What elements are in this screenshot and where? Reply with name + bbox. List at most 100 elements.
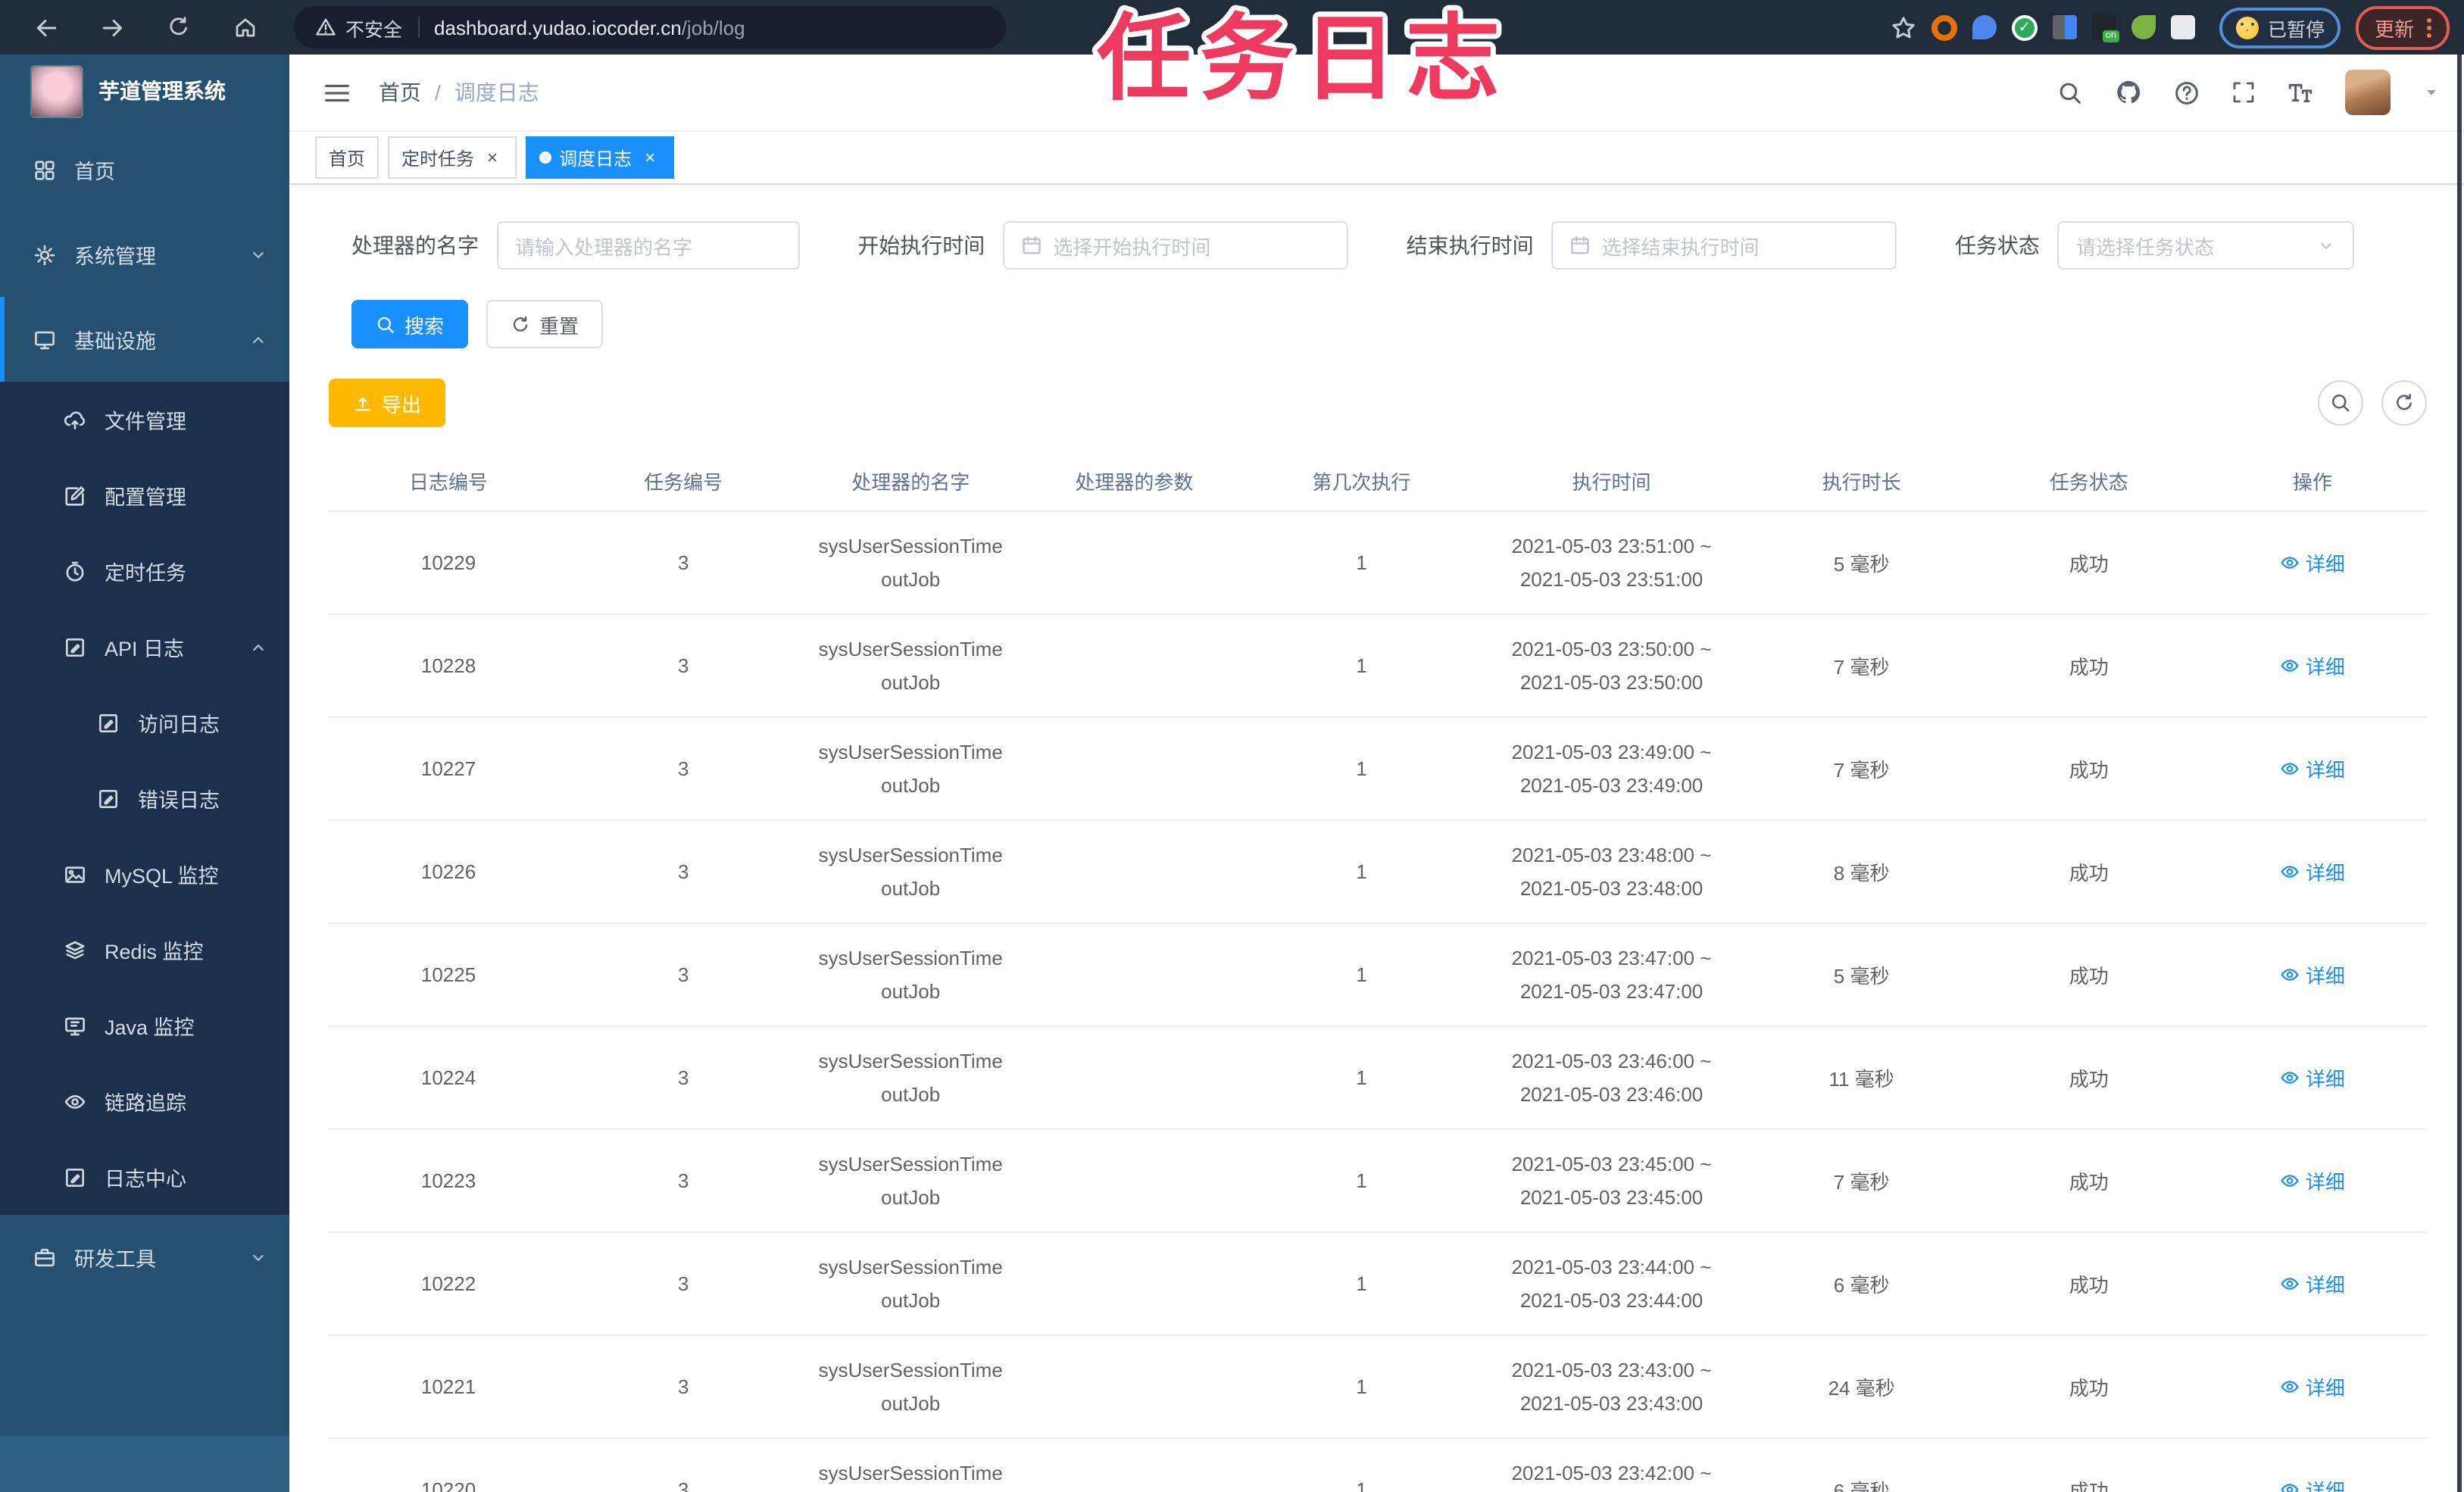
cell-log-id: 10220 [327, 1438, 570, 1492]
cell-execute-index: 1 [1244, 1232, 1479, 1336]
sidebar-item[interactable]: 日志中心 [0, 1139, 289, 1215]
cell-execute-time: 2021-05-03 23:43:00 ~2021-05-03 23:43:00 [1479, 1335, 1744, 1439]
sidebar-item[interactable]: 定时任务 [0, 533, 289, 609]
paused-badge-label: 已暂停 [2267, 19, 2325, 40]
font-size-icon[interactable] [2287, 80, 2313, 105]
fullscreen-icon[interactable] [2231, 80, 2255, 105]
sidebar-item[interactable]: 链路追踪 [0, 1063, 289, 1139]
tag-item[interactable]: 定时任务 × [388, 136, 517, 179]
filter-actions: 搜索 重置 [327, 300, 2426, 348]
cell-job-id: 3 [570, 1129, 798, 1233]
breadcrumb-home[interactable]: 首页 [379, 77, 421, 108]
cell-action: 详细 [2198, 614, 2426, 718]
browser-scrollbar[interactable] [2456, 55, 2461, 1492]
sidebar-item[interactable]: MySQL 监控 [0, 836, 289, 912]
sidebar-item[interactable]: Redis 监控 [0, 912, 289, 988]
detail-link[interactable]: 详细 [2280, 1269, 2345, 1298]
chevron-up-icon [248, 329, 268, 349]
sidebar-item[interactable]: Java 监控 [0, 988, 289, 1063]
adblock-extension-icon[interactable] [1931, 14, 1957, 40]
cell-handler-name: sysUserSessionTimeoutJob [797, 1129, 1025, 1233]
export-button[interactable]: 导出 [329, 379, 446, 427]
sidebar-item[interactable]: 错误日志 [0, 760, 289, 836]
detail-link-label: 详细 [2305, 759, 2345, 782]
sidebar-item[interactable]: 系统管理 [0, 212, 289, 297]
sidebar-item[interactable]: 基础设施 [0, 297, 289, 382]
cell-status: 成功 [1978, 923, 2199, 1027]
detail-link[interactable]: 详细 [2280, 960, 2345, 989]
handler-name: sysUserSessionTimeoutJob [818, 1461, 1003, 1484]
sidebar-item-label: 日志中心 [105, 1168, 186, 1191]
cell-job-id: 3 [570, 614, 798, 718]
detail-link[interactable]: 详细 [2280, 857, 2345, 886]
detail-link-label: 详细 [2305, 965, 2345, 988]
cell-duration: 7 毫秒 [1744, 614, 1979, 718]
sidebar-item[interactable]: 首页 [0, 127, 289, 212]
reset-button[interactable]: 重置 [486, 300, 604, 348]
sidebar-item[interactable]: 访问日志 [0, 685, 289, 760]
browser-back-icon[interactable] [27, 9, 64, 45]
search-icon[interactable] [2056, 80, 2082, 105]
dashboard-icon [33, 158, 56, 181]
cell-duration: 7 毫秒 [1744, 1129, 1979, 1233]
sidebar-item[interactable]: 配置管理 [0, 457, 289, 533]
sidebar-item[interactable]: 文件管理 [0, 382, 289, 457]
detail-link[interactable]: 详细 [2280, 548, 2345, 577]
bookmark-star-icon[interactable] [1891, 14, 1916, 40]
drop-extension-icon[interactable] [1972, 15, 1997, 39]
cell-handler-name: sysUserSessionTimeoutJob [797, 717, 1025, 821]
check-extension-icon[interactable]: ✓ [2011, 14, 2038, 40]
sidebar-collapse-strip[interactable] [0, 1436, 289, 1492]
leaf-extension-icon[interactable] [2131, 15, 2156, 39]
browser-reload-icon[interactable] [161, 9, 197, 45]
table-row: 102203 sysUserSessionTimeoutJob 1 2021-05-0… [327, 1438, 2426, 1492]
help-icon[interactable] [2173, 80, 2199, 105]
browser-update-button[interactable]: 更新 [2356, 5, 2449, 49]
search-button[interactable]: 搜索 [351, 300, 469, 348]
hamburger-icon[interactable] [323, 78, 351, 107]
toggle-search-button[interactable] [2317, 380, 2363, 426]
refresh-table-button[interactable] [2381, 380, 2426, 426]
tag-active[interactable]: 调度日志 × [526, 136, 675, 179]
close-icon[interactable]: × [482, 147, 503, 168]
detail-link[interactable]: 详细 [2280, 651, 2345, 680]
detail-link[interactable]: 详细 [2280, 1372, 2345, 1401]
url-bar[interactable]: 不安全 dashboard.yudao.iocoder.cn/job/log [294, 6, 1006, 48]
sidebar-item[interactable]: API 日志 [0, 609, 289, 685]
grid-extension-icon[interactable] [2052, 15, 2077, 39]
chevron-down-icon[interactable] [2422, 83, 2440, 101]
paused-extension-badge[interactable]: 已暂停 [2219, 7, 2341, 48]
sidebar-item[interactable]: 研发工具 [0, 1215, 289, 1300]
sidebar-item-label: 链路追踪 [105, 1092, 186, 1115]
detail-link[interactable]: 详细 [2280, 1166, 2345, 1195]
navbar-actions [2056, 70, 2440, 115]
detail-link[interactable]: 详细 [2280, 754, 2345, 783]
handler-name: sysUserSessionTimeoutJob [818, 1049, 1003, 1105]
sidebar-item-label: 基础设施 [74, 330, 156, 353]
handler-name-input[interactable]: 请输入处理器的名字 [497, 221, 800, 270]
close-icon[interactable]: × [639, 147, 661, 168]
sidebar-item-label: 错误日志 [138, 789, 220, 812]
user-avatar[interactable] [2344, 70, 2390, 115]
github-icon[interactable] [2114, 79, 2141, 106]
detail-link-label: 详细 [2305, 656, 2345, 679]
cell-handler-param [1024, 511, 1244, 615]
end-time-picker[interactable]: 选择结束执行时间 [1551, 221, 1897, 270]
table-header-cell: 执行时长 [1744, 450, 1979, 512]
layers-icon [64, 938, 86, 961]
end-time-label: 结束执行时间 [1406, 233, 1534, 258]
switch-on-extension-icon[interactable] [2091, 15, 2119, 42]
browser-forward-icon[interactable] [94, 9, 130, 45]
content-area: 处理器的名字 请输入处理器的名字 开始执行时间 选择开始执行时间 结束执行时间 … [289, 185, 2464, 1492]
app-logo-row[interactable]: 芋道管理系统 [0, 55, 289, 127]
browser-home-icon[interactable] [227, 9, 264, 45]
sidebar-item-label: 访问日志 [138, 713, 220, 736]
detail-link[interactable]: 详细 [2280, 1063, 2345, 1092]
begin-time-picker[interactable]: 选择开始执行时间 [1003, 221, 1349, 270]
cell-execute-index: 1 [1244, 614, 1479, 718]
tag-item[interactable]: 首页 [315, 136, 379, 179]
job-status-select[interactable]: 请选择任务状态 [2057, 221, 2355, 270]
detail-link[interactable]: 详细 [2280, 1475, 2345, 1492]
puzzle-extensions-icon[interactable] [2170, 15, 2195, 39]
kebab-menu-icon[interactable] [2426, 17, 2431, 37]
